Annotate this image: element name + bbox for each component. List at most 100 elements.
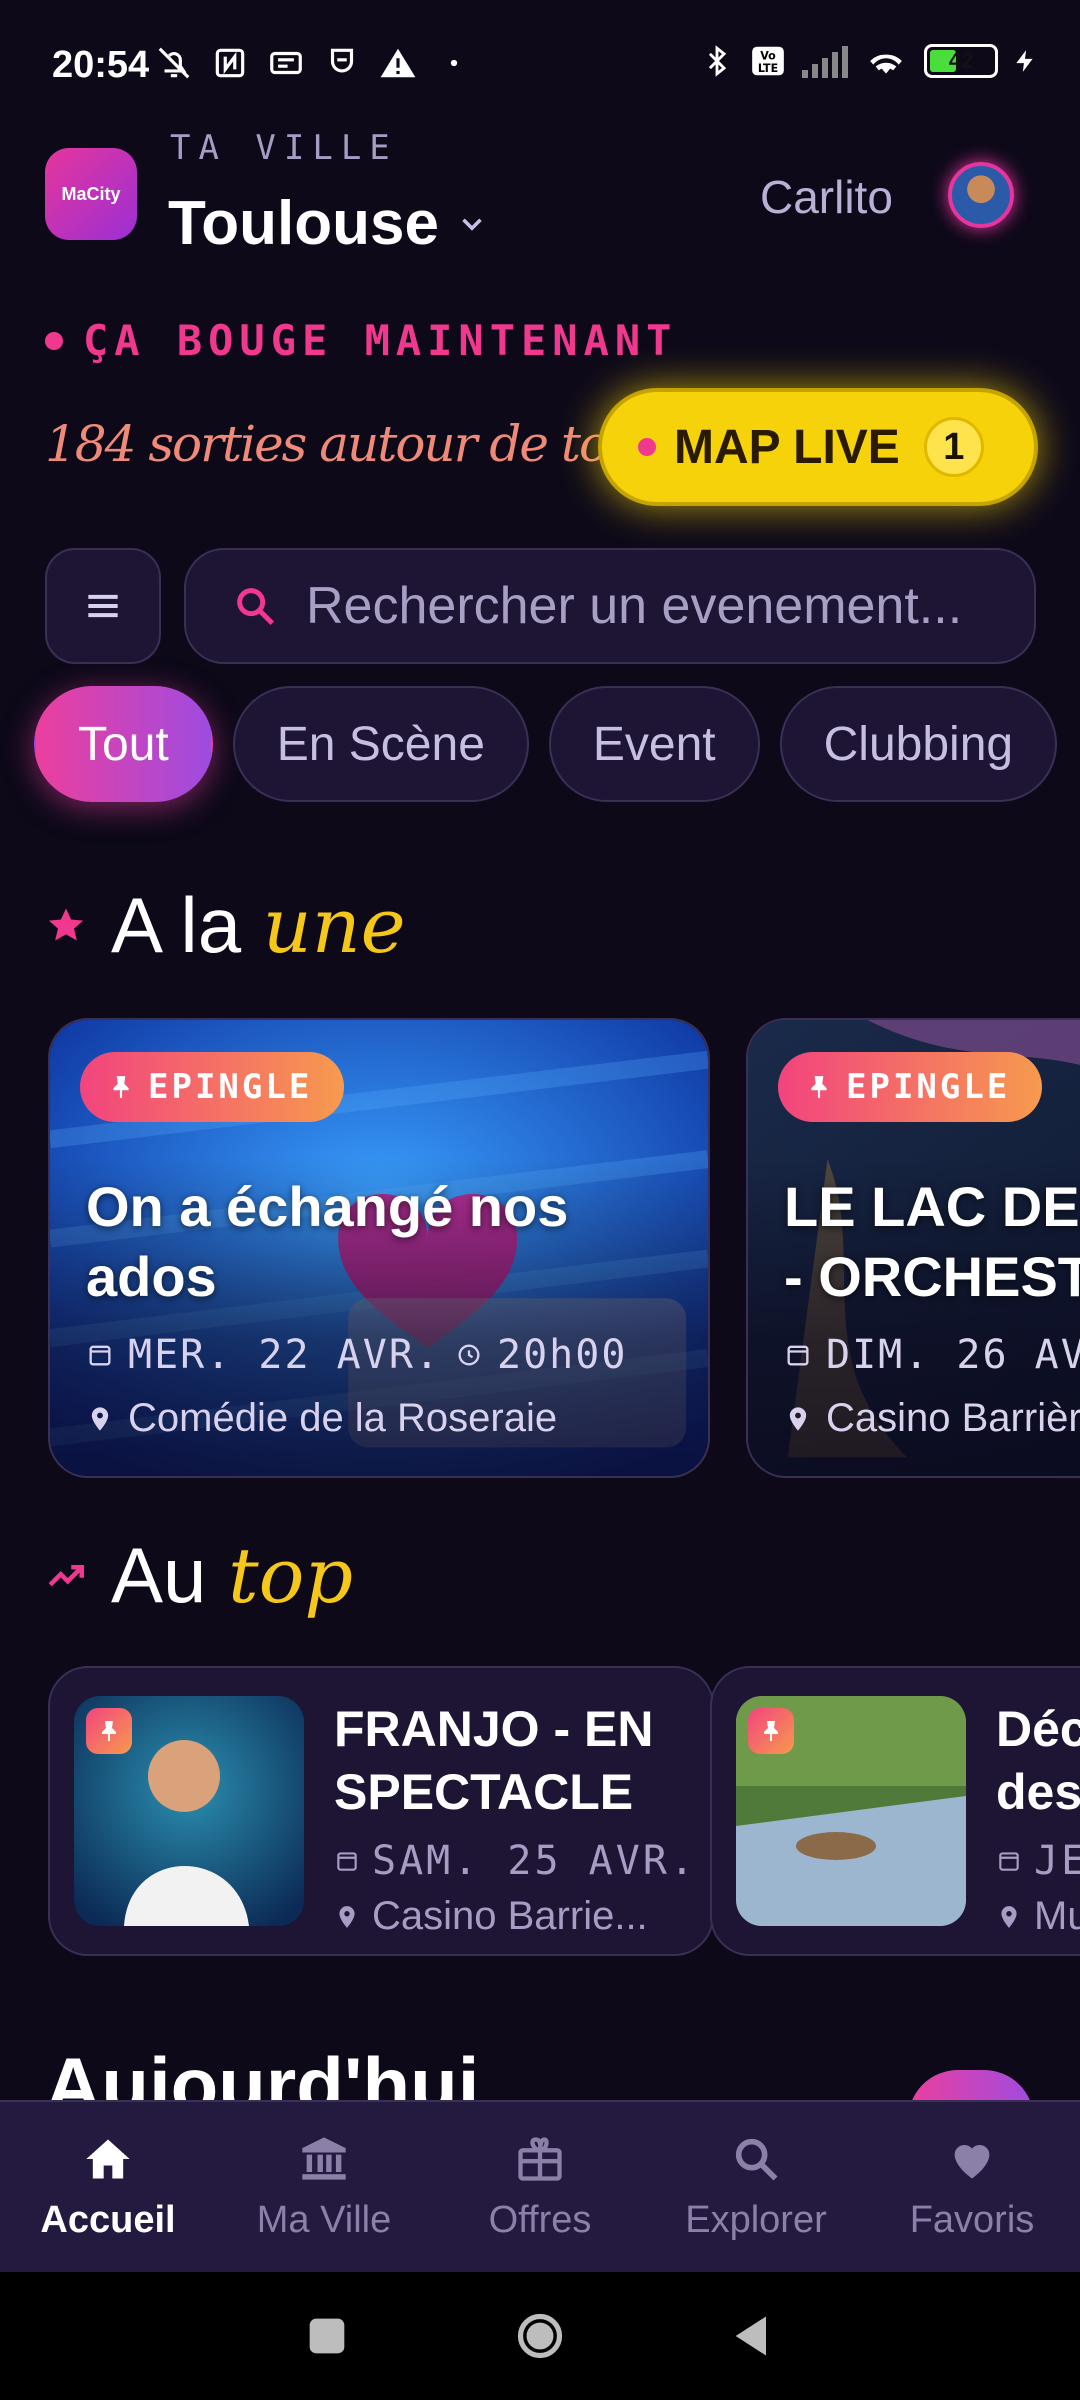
event-date: JE xyxy=(1034,1838,1080,1884)
user-name[interactable]: Carlito xyxy=(760,170,893,224)
status-system-icons: Vo LTE 42 xyxy=(700,42,1038,80)
event-venue-name: Casino Barrie... xyxy=(372,1894,648,1938)
featured-event-card[interactable]: EPINGLE LE LAC DES CYGNES - ORCHESTRE DI… xyxy=(746,1018,1080,1478)
chevron-down-icon xyxy=(462,217,482,231)
category-chips: Tout En Scène Event Clubbing xyxy=(34,686,1058,802)
event-thumbnail xyxy=(736,1696,966,1926)
app-logo-text: MaCity xyxy=(61,183,121,204)
location-pin-icon xyxy=(339,1905,355,1928)
section-title-emphasis: une xyxy=(262,881,406,970)
nav-item-label: Accueil xyxy=(40,2198,176,2241)
battery-icon: 42 xyxy=(924,44,998,78)
event-title: LE LAC DES CYGNES - ORCHESTRE xyxy=(784,1175,1080,1308)
svg-text:LTE: LTE xyxy=(758,62,778,75)
pinned-icon-badge xyxy=(86,1708,132,1754)
event-venue-name: Casino Barrière xyxy=(826,1396,1080,1440)
event-date: SAM. 25 AVR. xyxy=(372,1838,697,1884)
top-event-card[interactable]: FRANJO - EN SPECTACLE SAM. 25 AVR. Casin… xyxy=(48,1666,714,1956)
volte-icon: VoLTE xyxy=(752,46,784,76)
pin-icon xyxy=(113,1076,129,1098)
event-venue: Casino Barrière xyxy=(784,1396,1080,1441)
status-time: 20:54 xyxy=(52,44,150,86)
wifi-icon xyxy=(870,54,902,74)
pin-icon xyxy=(102,1721,116,1741)
event-date: MER. 22 AVR. xyxy=(128,1332,441,1378)
calendar-icon xyxy=(337,1852,357,1871)
event-thumbnail xyxy=(74,1696,304,1926)
section-title-au-top: Au top xyxy=(45,1530,353,1621)
map-live-button[interactable]: MAP LIVE 1 xyxy=(598,388,1038,506)
pinned-badge: EPINGLE xyxy=(778,1052,1043,1122)
gift-icon xyxy=(518,2136,562,2181)
shield-notification-icon xyxy=(330,48,354,73)
app-logo[interactable]: MaCity xyxy=(45,148,137,240)
city-hall-icon xyxy=(302,2136,346,2180)
event-venue-row: Mu xyxy=(996,1894,1080,1939)
nav-item-offres[interactable]: Offres xyxy=(432,2102,648,2272)
city-selector[interactable]: Toulouse xyxy=(168,188,489,259)
city-label: TA VILLE xyxy=(170,128,398,168)
nav-item-ma-ville[interactable]: Ma Ville xyxy=(216,2102,432,2272)
search-icon xyxy=(735,2138,778,2180)
avatar[interactable] xyxy=(948,162,1014,228)
calendar-icon xyxy=(999,1852,1019,1871)
category-chip-event[interactable]: Event xyxy=(548,686,760,802)
location-pin-icon xyxy=(91,1406,109,1431)
pin-icon xyxy=(811,1076,827,1098)
nav-item-label: Favoris xyxy=(909,2198,1035,2241)
map-live-count-badge: 1 xyxy=(923,417,984,477)
warning-icon xyxy=(380,48,416,78)
search-icon xyxy=(237,588,275,626)
event-datetime: DIM. 26 AVR. xyxy=(784,1332,1080,1378)
star-icon xyxy=(48,908,84,941)
nav-item-label: Offres xyxy=(488,2198,592,2241)
recent-apps-icon[interactable] xyxy=(301,2310,353,2362)
nav-item-label: Ma Ville xyxy=(256,2198,392,2241)
bell-off-icon xyxy=(158,47,190,79)
back-triangle-icon[interactable] xyxy=(727,2310,779,2362)
search-input[interactable] xyxy=(306,576,1034,636)
svg-text:Vo: Vo xyxy=(760,49,776,62)
featured-event-card[interactable]: EPINGLE On a échangé nos ados MER. 22 AV… xyxy=(48,1018,710,1478)
nav-item-explorer[interactable]: Explorer xyxy=(648,2102,864,2272)
live-status-label: ÇA BOUGE MAINTENANT xyxy=(45,316,677,365)
menu-button[interactable] xyxy=(45,548,161,664)
event-date-row: JE xyxy=(996,1838,1080,1884)
nav-item-label: Explorer xyxy=(685,2198,827,2241)
event-venue: Comédie de la Roseraie xyxy=(86,1396,557,1441)
home-icon xyxy=(86,2139,130,2178)
pinned-badge: EPINGLE xyxy=(80,1052,345,1122)
event-date: DIM. 26 AVR. xyxy=(826,1332,1080,1378)
event-title: Découverte des xyxy=(996,1701,1080,1820)
nfc-icon xyxy=(215,48,245,78)
trending-up-icon xyxy=(48,1564,85,1586)
heart-icon xyxy=(954,2144,990,2178)
event-time: 20h00 xyxy=(496,1332,628,1378)
battery-level: 42 xyxy=(948,48,974,73)
pinned-badge-label: EPINGLE xyxy=(846,1067,1011,1107)
category-chip-clubbing[interactable]: Clubbing xyxy=(779,686,1058,802)
live-dot-icon xyxy=(45,331,63,350)
top-event-card[interactable]: Découverte des JE Mu xyxy=(710,1666,1080,1956)
status-notification-icons xyxy=(155,44,473,82)
charging-icon xyxy=(1016,50,1033,72)
nav-item-favoris[interactable]: Favoris xyxy=(864,2102,1080,2272)
pinned-icon-badge xyxy=(748,1708,794,1754)
category-chip-tout[interactable]: Tout xyxy=(34,686,213,802)
app-notification-icon xyxy=(270,51,302,75)
calendar-icon xyxy=(89,1345,111,1366)
live-status-text: ÇA BOUGE MAINTENANT xyxy=(83,316,678,365)
clock-icon xyxy=(458,1344,480,1366)
bottom-navigation: Accueil Ma Ville Offres Explorer Favoris xyxy=(0,2100,1080,2272)
section-title-prefix: A la xyxy=(111,881,242,969)
search-bar[interactable] xyxy=(184,548,1036,664)
category-chip-en-scene[interactable]: En Scène xyxy=(232,686,529,802)
pin-icon xyxy=(764,1721,778,1741)
location-pin-icon xyxy=(1001,1905,1017,1928)
event-title: FRANJO - EN SPECTACLE xyxy=(334,1701,654,1820)
nav-item-accueil[interactable]: Accueil xyxy=(0,2102,216,2272)
map-live-dot-icon xyxy=(638,438,656,456)
more-dot-icon xyxy=(450,59,458,67)
event-venue-name: Mu xyxy=(1034,1894,1080,1938)
home-circle-icon[interactable] xyxy=(514,2310,566,2362)
